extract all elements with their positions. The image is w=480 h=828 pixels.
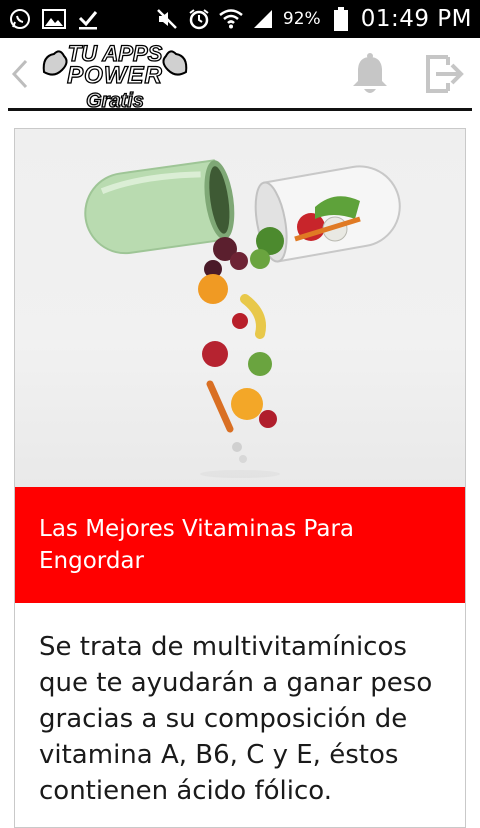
status-bar-right: 92% 01:49 PM [155, 6, 472, 32]
signal-icon [251, 7, 275, 31]
status-time: 01:49 PM [360, 6, 472, 32]
vitamin-capsule-illustration [84, 159, 401, 478]
status-bar-left [8, 7, 100, 31]
gallery-icon [42, 7, 66, 31]
back-icon [11, 59, 28, 89]
notifications-button[interactable] [348, 52, 392, 96]
app-bar: TU APPS POWER Gratis [0, 38, 480, 113]
battery-percent: 92% [282, 9, 321, 29]
status-bar: 92% 01:49 PM [0, 0, 480, 38]
app-logo: TU APPS POWER Gratis [40, 40, 190, 113]
battery-icon [329, 7, 353, 31]
article-card[interactable]: Las Mejores Vitaminas Para Engordar Se t… [14, 128, 466, 828]
bell-icon [353, 53, 387, 93]
alarm-icon [187, 7, 211, 31]
exit-button[interactable] [420, 52, 466, 96]
whatsapp-icon [8, 7, 32, 31]
app-bar-divider [8, 108, 472, 111]
article-title: Las Mejores Vitaminas Para Engordar [39, 516, 355, 574]
article-image [15, 129, 465, 487]
mute-icon [155, 7, 179, 31]
back-button[interactable] [6, 56, 34, 92]
exit-icon [426, 55, 464, 93]
wifi-icon [219, 7, 243, 31]
logo-line2: POWER [67, 61, 163, 89]
download-done-icon [76, 7, 100, 31]
article-description: Se trata de multivitamínicos que te ayud… [39, 632, 433, 806]
